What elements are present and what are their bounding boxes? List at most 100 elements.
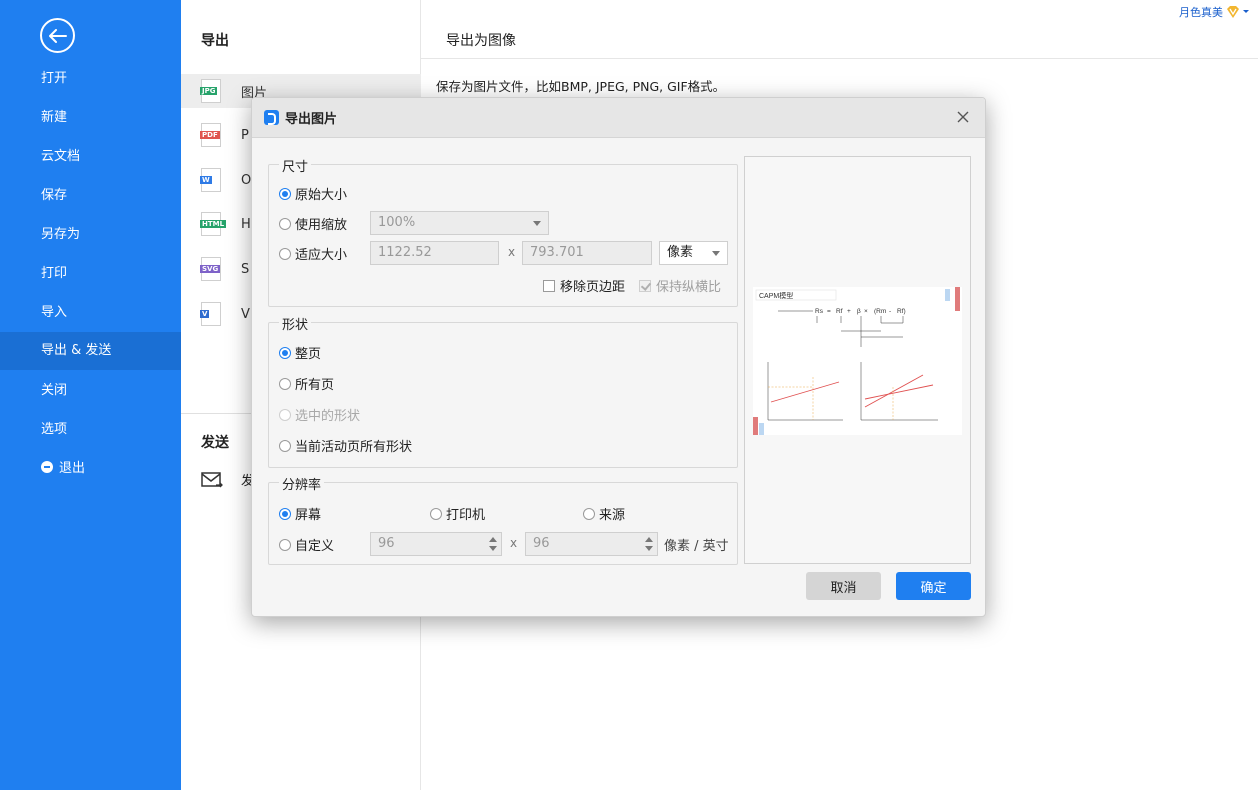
chevron-down-icon bbox=[1243, 10, 1249, 13]
cancel-button[interactable]: 取消 bbox=[806, 572, 881, 600]
ok-button[interactable]: 确定 bbox=[896, 572, 971, 600]
user-menu[interactable]: 月色真美 bbox=[1179, 4, 1250, 20]
sidebar-item-close[interactable]: 关闭 bbox=[0, 372, 181, 410]
app-logo-icon bbox=[264, 110, 279, 125]
sidebar-item-print[interactable]: 打印 bbox=[0, 255, 181, 293]
format-label: P bbox=[241, 127, 249, 143]
radio-indicator bbox=[583, 507, 595, 520]
times-label: x bbox=[508, 245, 516, 259]
radio-custom[interactable]: 自定义 bbox=[279, 535, 334, 554]
radio-indicator bbox=[279, 346, 291, 359]
sidebar-item-options[interactable]: 选项 bbox=[0, 411, 181, 449]
sidebar-item-import[interactable]: 导入 bbox=[0, 294, 181, 332]
radio-label: 原始大小 bbox=[295, 188, 348, 203]
format-label: S bbox=[241, 261, 250, 277]
jpg-file-icon: JPG bbox=[200, 79, 221, 103]
radio-current-page-shapes[interactable]: 当前活动页所有形状 bbox=[279, 436, 412, 455]
radio-all-pages[interactable]: 所有页 bbox=[279, 374, 334, 393]
radio-original-size[interactable]: 原始大小 bbox=[279, 184, 347, 203]
shape-group-label: 形状 bbox=[279, 314, 312, 333]
send-section-title: 发送 bbox=[201, 435, 229, 451]
back-arrow-icon[interactable] bbox=[40, 18, 75, 53]
stepper-arrows-icon[interactable] bbox=[489, 536, 497, 552]
dialog-title: 导出图片 bbox=[285, 112, 338, 127]
radio-indicator bbox=[279, 439, 291, 452]
radio-screen[interactable]: 屏幕 bbox=[279, 504, 321, 523]
unit-value: 像素 bbox=[667, 245, 694, 260]
word-file-icon: W bbox=[200, 168, 221, 192]
sidebar-item-save[interactable]: 保存 bbox=[0, 177, 181, 215]
shape-group: 形状 整页 所有页 选中的形状 当前活动页所有形状 bbox=[268, 314, 738, 468]
svg-text:Rf: Rf bbox=[836, 308, 843, 315]
html-file-icon: HTML bbox=[200, 212, 227, 236]
vip-badge-icon bbox=[1227, 6, 1239, 18]
keep-ratio-checkbox[interactable]: 保持纵横比 bbox=[639, 276, 721, 295]
remove-margin-checkbox[interactable]: 移除页边距 bbox=[543, 276, 625, 295]
stepper-arrows-icon[interactable] bbox=[645, 536, 653, 552]
radio-use-scale[interactable]: 使用缩放 bbox=[279, 214, 347, 233]
sidebar-item-new[interactable]: 新建 bbox=[0, 99, 181, 137]
export-panel-title: 导出 bbox=[201, 33, 229, 49]
radio-label: 来源 bbox=[599, 508, 626, 523]
times-label: x bbox=[510, 536, 518, 550]
export-image-dialog: 导出图片 尺寸 原始大小 使用缩放 100% 适应大小 1122.52 x 79… bbox=[251, 97, 986, 617]
radio-indicator bbox=[279, 408, 291, 421]
radio-label: 自定义 bbox=[295, 539, 335, 554]
height-input[interactable]: 793.701 bbox=[522, 241, 652, 265]
radio-indicator bbox=[279, 187, 291, 200]
radio-label: 使用缩放 bbox=[295, 218, 348, 233]
dialog-titlebar: 导出图片 bbox=[252, 98, 985, 138]
sidebar-item-exit-label: 退出 bbox=[59, 461, 86, 476]
dpi-x-stepper[interactable]: 96 bbox=[370, 532, 502, 556]
close-icon[interactable] bbox=[955, 109, 971, 125]
radio-selected-shapes[interactable]: 选中的形状 bbox=[279, 405, 360, 424]
svg-text:β: β bbox=[857, 308, 861, 315]
content-description: 保存为图片文件，比如BMP, JPEG, PNG, GIF格式。 bbox=[436, 79, 726, 94]
preview-thumbnail: CAPM模型 Rs = Rf + β × (Rm - Rf) bbox=[753, 287, 962, 435]
checkbox-indicator bbox=[639, 279, 651, 292]
svg-text:-: - bbox=[889, 308, 891, 315]
content-title: 导出为图像 bbox=[446, 33, 516, 49]
sidebar-item-save-as[interactable]: 另存为 bbox=[0, 216, 181, 254]
preview-pane: CAPM模型 Rs = Rf + β × (Rm - Rf) bbox=[744, 156, 971, 564]
radio-indicator bbox=[430, 507, 442, 520]
capm-diagram-thumbnail: CAPM模型 Rs = Rf + β × (Rm - Rf) bbox=[753, 287, 962, 435]
user-name: 月色真美 bbox=[1179, 6, 1223, 19]
width-input[interactable]: 1122.52 bbox=[370, 241, 499, 265]
format-label: V bbox=[241, 306, 250, 322]
scale-select[interactable]: 100% bbox=[370, 211, 549, 235]
dpi-y-value: 96 bbox=[533, 536, 550, 551]
svg-text:Rs: Rs bbox=[815, 308, 824, 315]
sidebar-item-exit[interactable]: 退出 bbox=[0, 450, 181, 488]
format-label: H bbox=[241, 216, 251, 232]
dpi-x-value: 96 bbox=[378, 536, 395, 551]
radio-fit-size[interactable]: 适应大小 bbox=[279, 244, 347, 263]
svg-text:(Rm: (Rm bbox=[874, 308, 886, 315]
checkbox-label: 移除页边距 bbox=[560, 280, 626, 295]
divider bbox=[421, 58, 1258, 59]
chevron-down-icon bbox=[712, 251, 720, 256]
svg-text:+: + bbox=[847, 308, 851, 315]
radio-label: 打印机 bbox=[446, 508, 486, 523]
format-label: O bbox=[241, 172, 252, 188]
sidebar-item-export-send[interactable]: 导出 & 发送 bbox=[0, 332, 181, 370]
radio-label: 选中的形状 bbox=[295, 409, 361, 424]
radio-label: 当前活动页所有形状 bbox=[295, 440, 413, 455]
svg-text:×: × bbox=[864, 308, 868, 315]
sidebar-item-open[interactable]: 打开 bbox=[0, 60, 181, 98]
radio-printer[interactable]: 打印机 bbox=[430, 504, 485, 523]
send-email-item[interactable]: 发 bbox=[201, 470, 254, 489]
chevron-down-icon bbox=[533, 221, 541, 226]
resolution-group-label: 分辨率 bbox=[279, 474, 325, 493]
size-group-label: 尺寸 bbox=[279, 156, 312, 175]
radio-label: 屏幕 bbox=[295, 508, 322, 523]
sidebar-item-cloud[interactable]: 云文档 bbox=[0, 138, 181, 176]
radio-indicator bbox=[279, 507, 291, 520]
radio-source[interactable]: 来源 bbox=[583, 504, 625, 523]
dpi-unit-label: 像素 / 英寸 bbox=[664, 539, 729, 554]
checkbox-label: 保持纵横比 bbox=[656, 280, 722, 295]
dpi-y-stepper[interactable]: 96 bbox=[525, 532, 658, 556]
resolution-group: 分辨率 屏幕 打印机 来源 自定义 96 x 96 像素 / 英寸 bbox=[268, 474, 738, 565]
radio-whole-page[interactable]: 整页 bbox=[279, 343, 321, 362]
unit-select[interactable]: 像素 bbox=[659, 241, 728, 265]
